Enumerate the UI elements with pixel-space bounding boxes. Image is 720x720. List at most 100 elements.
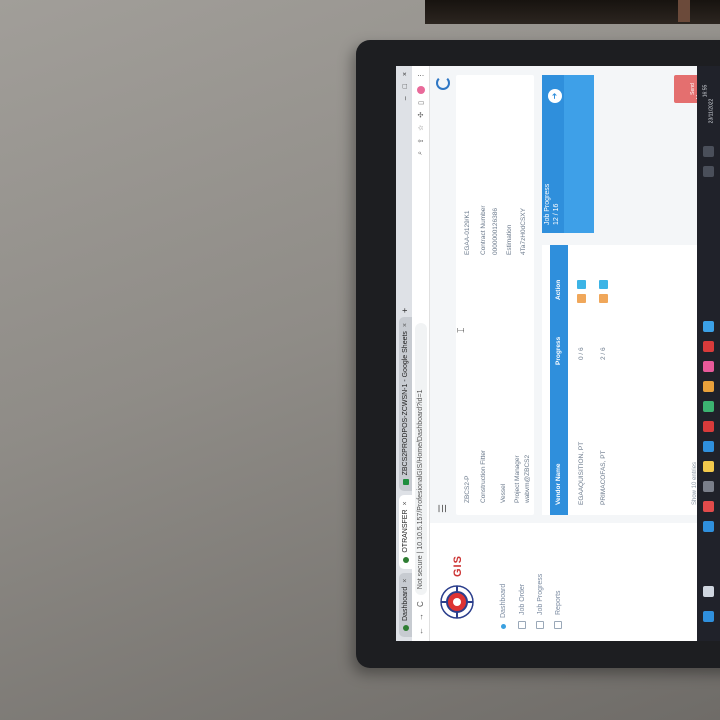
share-icon[interactable]: ⇪ [417, 138, 425, 144]
sidebar-item-label: Dashboard [500, 583, 507, 618]
app-icon[interactable] [703, 361, 714, 372]
tab-close-icon[interactable]: × [402, 579, 409, 583]
edit-icon[interactable] [577, 294, 586, 303]
close-window-button[interactable]: × [402, 72, 409, 76]
file-explorer-icon[interactable] [703, 461, 714, 472]
job-info-card: ZBCS2-P EGAA-0129/K1 Construction Fitter… [456, 75, 534, 515]
app-c-icon [436, 76, 450, 90]
wifi-icon[interactable] [703, 146, 714, 157]
job-progress-value: 12 / 16 [553, 203, 560, 225]
minimize-button[interactable]: – [402, 96, 409, 100]
sidebar-item-label: Job Progress [536, 573, 544, 615]
profile-avatar[interactable] [416, 86, 425, 94]
sheets-favicon-icon [402, 479, 409, 486]
search-icon[interactable] [703, 586, 714, 597]
info-estimation-label: Estimation [506, 224, 513, 255]
job-progress-strip [564, 75, 594, 233]
brand-name: GIS [452, 555, 464, 577]
clock-time: 16:55 [702, 84, 709, 98]
app-icon[interactable] [703, 381, 714, 392]
sidebar-item-job-order[interactable]: Job Order [518, 584, 526, 629]
extensions-icon[interactable]: ✣ [417, 112, 425, 118]
table-row: EGAAQUISITION, PT 0 / 6 [572, 245, 594, 515]
tab-dashboard[interactable]: Dashboard × [399, 572, 412, 637]
laptop-screen: Dashboard × OTRANSFER × ZBCS2PRODPOS-ZCW… [396, 66, 720, 641]
app-icon[interactable] [703, 401, 714, 412]
sidebar-item-dashboard[interactable]: Dashboard [500, 584, 507, 629]
sidebar-item-label: Reports [554, 590, 562, 615]
info-pm-label: Project Manager [514, 455, 521, 503]
company-logo [440, 585, 474, 619]
tab-close-icon[interactable]: × [402, 323, 409, 327]
url-text: Not secure | 10.10.5.157/ProfesionalGIS/… [417, 389, 424, 590]
tab-close-icon[interactable]: × [402, 501, 409, 505]
info-reference: EGAA-0129/K1 [464, 210, 471, 255]
tab-otransfer[interactable]: OTRANSFER × [399, 495, 412, 569]
vendor-table: Vendor Name Progress Action EGAAQUISITIO… [542, 245, 712, 515]
maximize-button[interactable]: □ [402, 84, 409, 88]
vendor-name: PRIMACOFAS, PT [600, 450, 607, 505]
chrome-icon[interactable] [703, 501, 714, 512]
back-button[interactable]: ← [416, 627, 425, 635]
main-content: ☰ ZBCS2-P EGAA-0129/K1 Construction Fitt… [430, 66, 720, 523]
vendor-progress: 0 / 6 [578, 347, 585, 360]
url-input[interactable]: Not secure | 10.10.5.157/ProfesionalGIS/… [414, 323, 427, 596]
job-progress-title: Job Progress [544, 183, 551, 225]
task-view-icon[interactable] [703, 481, 714, 492]
info-vessel-label: Vessel [500, 483, 507, 503]
tab-label: Dashboard [402, 586, 409, 621]
tab-bar: Dashboard × OTRANSFER × ZBCS2PRODPOS-ZCW… [396, 66, 412, 641]
menu-icon[interactable]: ⋮ [417, 72, 425, 79]
edge-icon[interactable] [703, 521, 714, 532]
sidebar-item-reports[interactable]: Reports [554, 590, 562, 629]
reload-button[interactable]: C [416, 601, 425, 607]
new-tab-button[interactable]: + [400, 308, 412, 313]
document-icon [554, 621, 562, 629]
tab-google-sheets[interactable]: ZBCS2PRODPOS-ZCWSN-1 - Google Sheets × [399, 316, 412, 492]
app-icon[interactable] [703, 321, 714, 332]
view-icon[interactable] [577, 280, 586, 289]
search-icon[interactable]: ⌕ [417, 151, 425, 155]
edit-icon[interactable] [599, 294, 608, 303]
app-icon[interactable] [703, 441, 714, 452]
vendor-progress: 2 / 6 [600, 347, 607, 360]
info-estimation-value: 4Ta7zH0dCSXY [520, 208, 527, 255]
document-icon [536, 621, 544, 629]
col-progress[interactable]: Progress [555, 337, 562, 365]
col-action[interactable]: Action [555, 280, 562, 300]
sidebar-item-label: Job Order [518, 583, 526, 615]
browser-window: Dashboard × OTRANSFER × ZBCS2PRODPOS-ZCW… [396, 66, 720, 641]
view-icon[interactable] [599, 280, 608, 289]
table-row: PRIMACOFAS, PT 2 / 6 [594, 245, 616, 515]
info-pm-value: wabvm@ZBCS2 [524, 454, 531, 503]
mouse-cursor-icon: ⌶ [456, 327, 466, 333]
object-glint [678, 0, 690, 22]
vendor-name: EGAAQUISITION, PT [578, 441, 585, 505]
document-icon [518, 621, 526, 629]
window-controls: – □ × [402, 66, 412, 100]
app-icon[interactable] [703, 421, 714, 432]
address-bar: ← → C Not secure | 10.10.5.157/Profesion… [412, 66, 430, 641]
windows-start-icon[interactable] [703, 611, 714, 622]
forward-button[interactable]: → [416, 613, 425, 621]
star-icon[interactable]: ☆ [417, 125, 425, 131]
sidebar-icon[interactable]: ▯ [417, 101, 425, 105]
browser-toolbar: ⌕ ⇪ ☆ ✣ ▯ ⋮ [416, 72, 425, 155]
info-contract-number: 0000000126386 [492, 208, 499, 255]
dark-object-top [425, 0, 720, 24]
app-sidebar: GIS Dashboard Job Order Job Progress Rep… [430, 522, 720, 641]
hamburger-menu-icon[interactable]: ☰ [438, 504, 449, 513]
arrow-right-icon[interactable]: ➜ [548, 89, 562, 103]
sidebar-item-job-progress[interactable]: Job Progress [536, 574, 544, 629]
tab-favicon-icon [402, 556, 409, 563]
col-vendor[interactable]: Vendor Name [555, 463, 562, 505]
info-role: Construction Fitter [480, 449, 487, 503]
info-code: ZBCS2-P [464, 475, 471, 503]
os-taskbar: 16:55 23/11/2022 [697, 66, 720, 641]
tab-label: ZBCS2PRODPOS-ZCWSN-1 - Google Sheets [402, 331, 409, 476]
info-contract-label: Contract Number [480, 205, 487, 256]
clock-date: 23/11/2022 [708, 98, 715, 124]
app-icon[interactable] [703, 341, 714, 352]
volume-icon[interactable] [703, 166, 714, 177]
dashboard-icon [501, 624, 506, 629]
